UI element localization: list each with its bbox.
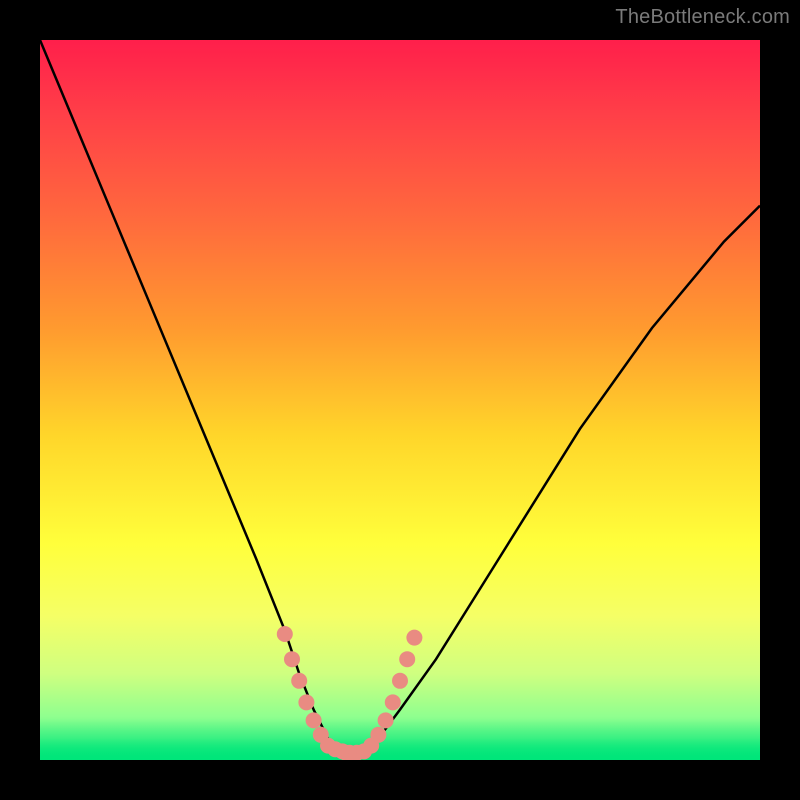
curves-svg (40, 40, 760, 760)
marker-dot (298, 694, 314, 710)
plot-area (40, 40, 760, 760)
marker-dot (385, 694, 401, 710)
left-curve (40, 40, 342, 753)
marker-group (277, 626, 423, 760)
chart-frame: TheBottleneck.com (0, 0, 800, 800)
marker-dot (284, 651, 300, 667)
marker-dot (306, 712, 322, 728)
marker-dot (291, 673, 307, 689)
marker-dot (370, 727, 386, 743)
marker-dot (378, 712, 394, 728)
right-curve (364, 206, 760, 753)
marker-dot (392, 673, 408, 689)
marker-dot (277, 626, 293, 642)
watermark-label: TheBottleneck.com (615, 6, 790, 29)
marker-dot (406, 630, 422, 646)
marker-dot (399, 651, 415, 667)
